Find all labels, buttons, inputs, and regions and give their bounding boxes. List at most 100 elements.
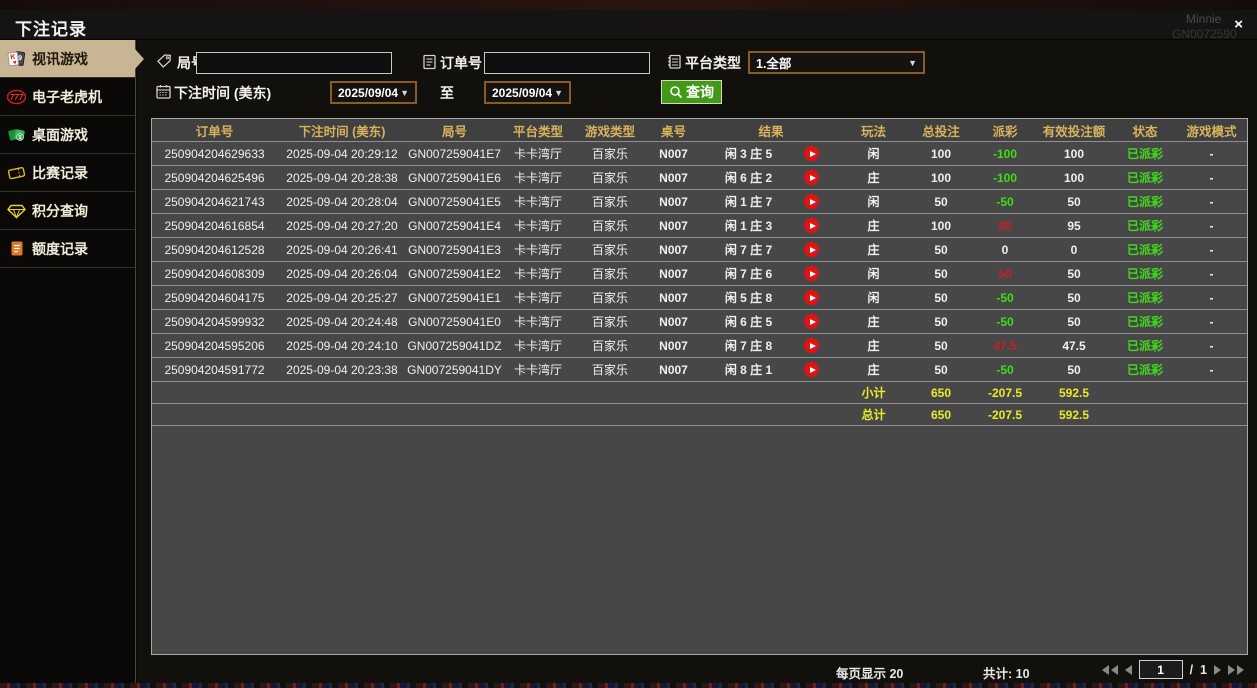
play-video-button[interactable] <box>804 266 819 281</box>
cell-bet: 50 <box>906 334 976 357</box>
play-video-button[interactable] <box>804 146 819 161</box>
result-text: 闲 1 庄 3 <box>701 217 796 234</box>
result-text: 闲 5 庄 8 <box>701 289 796 306</box>
cell-bet: 50 <box>906 286 976 309</box>
play-video-button[interactable] <box>804 362 819 377</box>
prev-page-icon[interactable] <box>1125 665 1132 675</box>
sidebar-item-live-games[interactable]: 9 K ♥ 视讯游戏 <box>0 40 135 78</box>
col-header: 玩法 <box>841 119 906 141</box>
cell-bet: 50 <box>906 238 976 261</box>
cell-game: 百家乐 <box>574 262 646 285</box>
close-icon[interactable]: × <box>1234 16 1243 34</box>
sidebar-item-credit-records[interactable]: 额度记录 <box>0 230 135 268</box>
col-header: 总投注 <box>906 119 976 141</box>
play-video-button[interactable] <box>804 194 819 209</box>
order-number-input[interactable] <box>484 52 650 74</box>
cell-order: 250904204595206 <box>152 334 277 357</box>
cell-valid: 0 <box>1034 238 1114 261</box>
cell-round: GN007259041E5 <box>407 190 502 213</box>
cell-valid: 50 <box>1034 310 1114 333</box>
col-header: 订单号 <box>152 119 277 141</box>
result-text: 闲 1 庄 7 <box>701 193 796 210</box>
cell-valid: 50 <box>1034 190 1114 213</box>
pager-controls: / 1 <box>1102 660 1244 679</box>
chevron-down-icon: ▼ <box>400 88 409 98</box>
result-text: 闲 7 庄 7 <box>701 241 796 258</box>
play-video-button[interactable] <box>804 290 819 305</box>
last-page-icon[interactable] <box>1228 665 1244 675</box>
sidebar-item-table-games[interactable]: $ 桌面游戏 <box>0 116 135 154</box>
bet-records-table: 订单号下注时间 (美东)局号平台类型游戏类型桌号结果玩法总投注派彩有效投注额状态… <box>151 118 1248 655</box>
cell-status: 已派彩 <box>1114 286 1176 309</box>
order-number-icon <box>421 53 438 70</box>
total-valid-bet: 592.5 <box>1034 404 1114 425</box>
cell-play: 闲 <box>841 262 906 285</box>
calendar-icon <box>155 83 172 100</box>
cell-round: GN007259041E0 <box>407 310 502 333</box>
first-page-icon[interactable] <box>1102 665 1118 675</box>
cell-order: 250904204612528 <box>152 238 277 261</box>
total-pages-label: 1 <box>1200 663 1207 677</box>
cell-result: 闲 7 庄 7 <box>701 238 841 261</box>
play-icon <box>810 319 816 325</box>
cell-status: 已派彩 <box>1114 214 1176 237</box>
play-video-button[interactable] <box>804 314 819 329</box>
sidebar-item-match-records[interactable]: 比赛记录 <box>0 154 135 192</box>
cell-result: 闲 7 庄 6 <box>701 262 841 285</box>
cell-time: 2025-09-04 20:28:38 <box>277 166 407 189</box>
sidebar-item-points-query[interactable]: 积分查询 <box>0 192 135 230</box>
dialog-title: 下注记录 <box>15 15 87 40</box>
table-row: 2509042046083092025-09-04 20:26:04GN0072… <box>152 262 1247 286</box>
play-video-button[interactable] <box>804 242 819 257</box>
table-row: 2509042045917722025-09-04 20:23:38GN0072… <box>152 358 1247 382</box>
next-page-icon[interactable] <box>1214 665 1221 675</box>
cell-game: 百家乐 <box>574 286 646 309</box>
cell-time: 2025-09-04 20:24:10 <box>277 334 407 357</box>
play-video-button[interactable] <box>804 338 819 353</box>
subtotal-spacer <box>1176 382 1247 403</box>
table-row: 2509042046296332025-09-04 20:29:12GN0072… <box>152 142 1247 166</box>
query-button[interactable]: 查询 <box>661 80 722 104</box>
cell-play: 庄 <box>841 310 906 333</box>
sidebar-item-slots[interactable]: 777 电子老虎机 <box>0 78 135 116</box>
cell-result: 闲 7 庄 8 <box>701 334 841 357</box>
cell-play: 闲 <box>841 142 906 165</box>
col-header: 游戏类型 <box>574 119 646 141</box>
col-header: 下注时间 (美东) <box>277 119 407 141</box>
cell-game: 百家乐 <box>574 190 646 213</box>
round-number-input[interactable] <box>196 52 392 74</box>
table-row: 2509042046168542025-09-04 20:27:20GN0072… <box>152 214 1247 238</box>
cell-mode: - <box>1176 166 1247 189</box>
cell-status: 已派彩 <box>1114 334 1176 357</box>
cell-play: 庄 <box>841 334 906 357</box>
play-video-button[interactable] <box>804 170 819 185</box>
cell-platform: 卡卡湾厅 <box>502 238 574 261</box>
cell-status: 已派彩 <box>1114 358 1176 381</box>
query-button-label: 查询 <box>686 82 714 102</box>
subtotal-payout: -207.5 <box>976 382 1034 403</box>
cell-time: 2025-09-04 20:26:04 <box>277 262 407 285</box>
sidebar-item-label: 比赛记录 <box>32 163 88 183</box>
cell-table_no: N007 <box>646 238 701 261</box>
date-to-select[interactable]: 2025/09/04 ▼ <box>484 81 571 104</box>
col-header: 局号 <box>407 119 502 141</box>
cell-play: 庄 <box>841 166 906 189</box>
subtotal-row: 小计650-207.5592.5 <box>152 382 1247 404</box>
cell-round: GN007259041E4 <box>407 214 502 237</box>
page-number-input[interactable] <box>1139 660 1183 679</box>
cell-payout: -100 <box>976 166 1034 189</box>
cell-play: 闲 <box>841 286 906 309</box>
cell-result: 闲 1 庄 7 <box>701 190 841 213</box>
col-header: 桌号 <box>646 119 701 141</box>
platform-type-select[interactable]: 1.全部 ▼ <box>748 51 925 74</box>
play-video-button[interactable] <box>804 218 819 233</box>
table-empty-area <box>152 426 1247 654</box>
date-from-select[interactable]: 2025/09/04 ▼ <box>330 81 417 104</box>
result-text: 闲 7 庄 6 <box>701 265 796 282</box>
cell-order: 250904204591772 <box>152 358 277 381</box>
cell-valid: 50 <box>1034 262 1114 285</box>
cell-order: 250904204604175 <box>152 286 277 309</box>
cell-order: 250904204629633 <box>152 142 277 165</box>
cell-platform: 卡卡湾厅 <box>502 310 574 333</box>
cell-order: 250904204625496 <box>152 166 277 189</box>
